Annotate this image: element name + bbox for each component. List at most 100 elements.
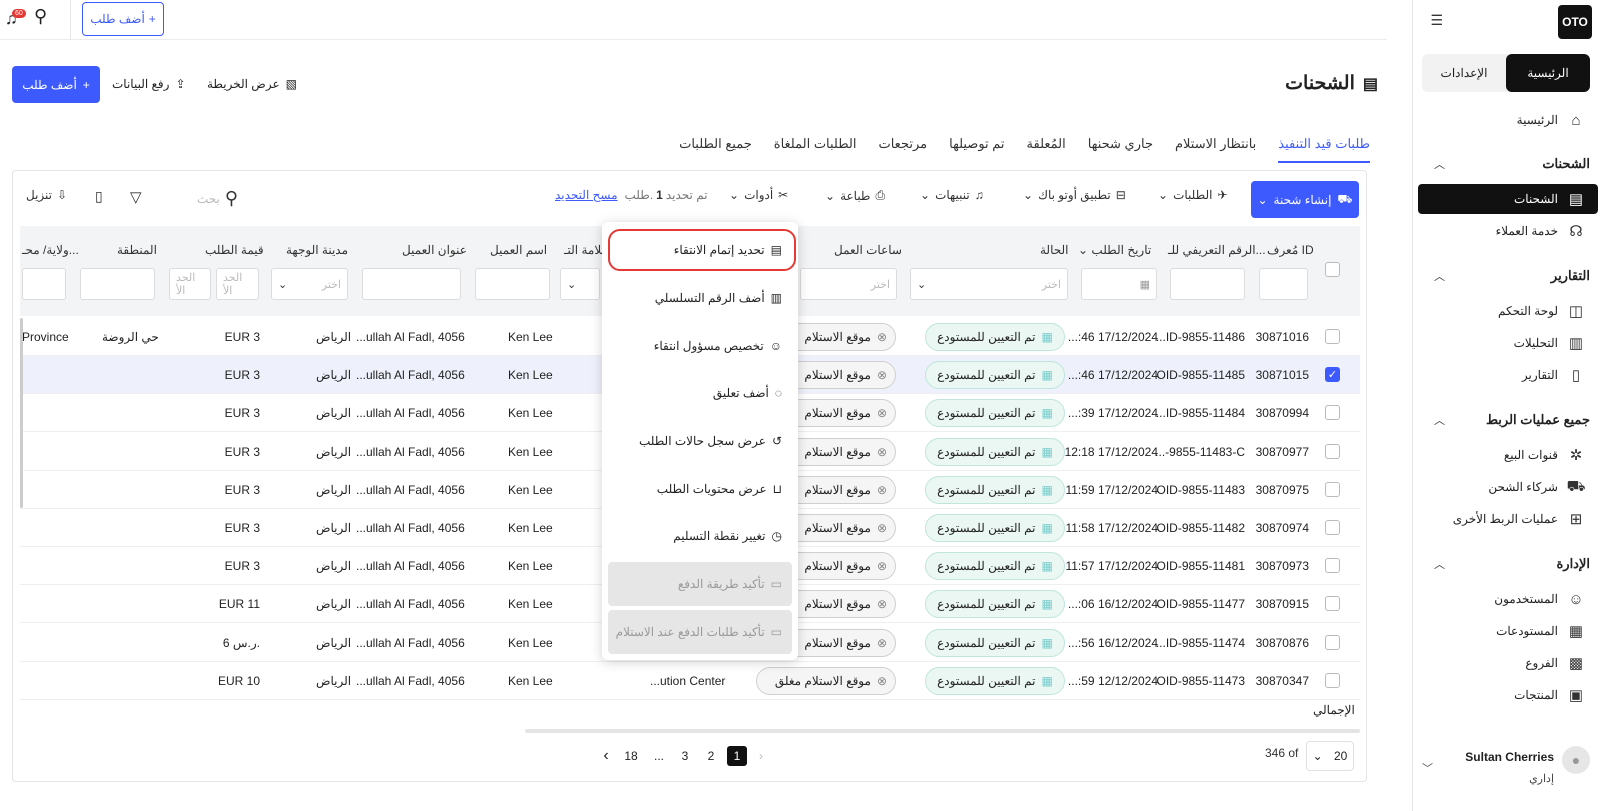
menu-status-history[interactable]: ↺ عرض سجل حالات الطلب bbox=[639, 434, 782, 448]
sidebar-section-admin[interactable]: الإدارة ︿ bbox=[1422, 556, 1590, 572]
page-button[interactable]: 2 bbox=[701, 746, 721, 766]
tools-menu[interactable]: ⌄ أدوات ✂ bbox=[729, 188, 788, 202]
sidebar-item-shipments[interactable]: ▤ الشحنات bbox=[1418, 184, 1598, 214]
row-checkbox[interactable] bbox=[1325, 405, 1340, 421]
sidebar-item-analytics[interactable]: ▥ التحليلات bbox=[1422, 328, 1590, 358]
sidebar-item-branches[interactable]: ▩ الفروع bbox=[1422, 648, 1590, 678]
user-profile[interactable]: ● Sultan Cherries إداري ﹀ bbox=[1420, 744, 1590, 794]
sidebar-item-sales-channels[interactable]: ✲ قنوات البيع bbox=[1422, 440, 1590, 470]
page-button[interactable]: 18 bbox=[621, 746, 641, 766]
columns-icon[interactable]: ▯ bbox=[95, 188, 103, 205]
print-menu[interactable]: ⌄ طباعة ⎙ bbox=[825, 188, 885, 203]
cell-id[interactable]: 30870977 bbox=[1256, 445, 1309, 459]
sidebar-item-customer-service[interactable]: ☊ خدمة العملاء bbox=[1422, 216, 1590, 246]
per-page-select[interactable]: ⌄ 20 bbox=[1306, 741, 1354, 771]
tab-returns[interactable]: مرتجعات bbox=[878, 136, 927, 163]
cell-id[interactable]: 30870876 bbox=[1256, 636, 1309, 650]
tab-cancelled[interactable]: الطلبات الملغاة bbox=[774, 136, 857, 163]
sidebar-item-other-integrations[interactable]: ⊞ عمليات الربط الأخرى bbox=[1422, 504, 1590, 534]
row-checkbox[interactable] bbox=[1325, 558, 1340, 574]
sidebar-section-integrations[interactable]: جميع عمليات الربط ︿ bbox=[1422, 412, 1590, 428]
prev-page-icon[interactable]: ‹ bbox=[596, 746, 616, 766]
upload-data-button[interactable]: رفع البيانات ⇪ bbox=[112, 77, 186, 91]
filter-icon[interactable]: ▽ bbox=[130, 188, 142, 206]
page-button[interactable]: 1 bbox=[727, 746, 747, 766]
sidebar-section-shipments[interactable]: الشحنات ︿ bbox=[1422, 156, 1590, 172]
create-shipment-button[interactable]: ⌄ إنشاء شحنة ⛟ bbox=[1251, 181, 1359, 218]
column-ref[interactable]: الرقم التعريفي للـ... bbox=[1168, 243, 1266, 257]
menu-add-serial[interactable]: ▥ أضف الرقم التسلسلي bbox=[655, 291, 782, 305]
sidebar-item-users[interactable]: ☺ المستخدمون bbox=[1422, 584, 1590, 614]
row-checkbox[interactable]: ✓ bbox=[1325, 367, 1340, 383]
filter-address[interactable] bbox=[362, 268, 461, 300]
tab-delivered[interactable]: تم توصيلها bbox=[949, 136, 1004, 163]
row-checkbox[interactable] bbox=[1325, 329, 1340, 344]
view-map-button[interactable]: عرض الخريطة ▧ bbox=[207, 77, 297, 91]
tab-home[interactable]: الرئيسية bbox=[1506, 54, 1590, 92]
menu-change-delivery-point[interactable]: ◷ تغيير نقطة التسليم bbox=[673, 529, 782, 543]
filter-customer[interactable] bbox=[475, 268, 550, 300]
column-address[interactable]: عنوان العميل bbox=[402, 243, 467, 257]
oto-logo[interactable]: OTO bbox=[1558, 5, 1592, 39]
filter-region[interactable] bbox=[80, 268, 155, 300]
filter-city[interactable]: ⌄ اختر bbox=[271, 268, 348, 300]
filter-value-max[interactable]: الحد الأ bbox=[216, 268, 259, 300]
cell-id[interactable]: 30870975 bbox=[1256, 483, 1309, 497]
column-customer[interactable]: اسم العميل bbox=[490, 243, 547, 257]
add-order-top-button[interactable]: أضف طلب + bbox=[82, 2, 164, 36]
sidebar-section-reports[interactable]: التقارير ︿ bbox=[1422, 268, 1590, 284]
filter-ref[interactable] bbox=[1170, 268, 1245, 300]
sidebar-item-reports[interactable]: ▯ التقارير bbox=[1422, 360, 1590, 390]
menu-assign-picker[interactable]: ☺ تخصيص مسؤول انتقاء bbox=[654, 339, 782, 353]
tab-settings[interactable]: الإعدادات bbox=[1422, 54, 1506, 92]
autopack-menu[interactable]: ⌄ تطبيق أوتو باك ⊟ bbox=[1023, 188, 1126, 202]
filter-value-min[interactable]: الحد الأ bbox=[169, 268, 211, 300]
column-city[interactable]: مدينة الوجهة bbox=[286, 243, 348, 257]
filter-brand[interactable]: ⌄ bbox=[560, 268, 600, 300]
menu-order-contents[interactable]: ⊔ عرض محتويات الطلب bbox=[657, 482, 782, 496]
column-date[interactable]: ⌄ تاريخ الطلب bbox=[1078, 243, 1151, 257]
row-checkbox[interactable] bbox=[1325, 520, 1340, 535]
sidebar-item-dashboard[interactable]: ◫ لوحة التحكم bbox=[1422, 296, 1590, 326]
cell-id[interactable]: 30870915 bbox=[1256, 597, 1309, 611]
row-checkbox[interactable] bbox=[1325, 443, 1340, 459]
tab-in-progress[interactable]: طلبات قيد التنفيذ bbox=[1278, 136, 1370, 163]
clear-selection-link[interactable]: مسح التحديد bbox=[555, 188, 618, 202]
filter-hours[interactable]: اختر bbox=[800, 268, 897, 300]
row-checkbox[interactable] bbox=[1325, 481, 1340, 497]
filter-province[interactable] bbox=[22, 268, 66, 300]
search-icon[interactable]: ⚲ bbox=[34, 6, 47, 27]
filter-id[interactable] bbox=[1259, 268, 1308, 300]
sidebar-item-home[interactable]: ⌂ الرئيسية bbox=[1422, 105, 1590, 135]
tab-on-hold[interactable]: المُعلقة bbox=[1027, 136, 1066, 163]
orders-menu[interactable]: ⌄ الطلبات ✈ bbox=[1158, 188, 1228, 202]
filter-status[interactable]: ⌄ اختر bbox=[910, 268, 1068, 300]
cell-id[interactable]: 30871016 bbox=[1256, 330, 1309, 344]
vertical-scrollbar[interactable] bbox=[20, 318, 23, 508]
column-province[interactable]: ولاية/ محـ... bbox=[22, 243, 79, 257]
filter-date[interactable]: ▦ bbox=[1081, 268, 1157, 300]
row-checkbox[interactable] bbox=[1325, 634, 1340, 650]
sidebar-item-warehouses[interactable]: ▦ المستودعات bbox=[1422, 616, 1590, 646]
search-input[interactable]: بحث ⚲ bbox=[197, 188, 238, 209]
tab-all-orders[interactable]: جميع الطلبات bbox=[679, 136, 752, 163]
sidebar-item-products[interactable]: ▣ المنتجات bbox=[1422, 680, 1590, 710]
alerts-menu[interactable]: ⌄ تنبيهات ♫ bbox=[920, 188, 984, 202]
tab-awaiting-pickup[interactable]: بانتظار الاستلام bbox=[1175, 136, 1256, 163]
tab-shipping[interactable]: جاري شحنها bbox=[1088, 136, 1153, 163]
column-hours[interactable]: ساعات العمل bbox=[834, 243, 902, 257]
cell-id[interactable]: 30870974 bbox=[1256, 521, 1309, 535]
sidebar-item-shipping-partners[interactable]: ⛟ شركاء الشحن bbox=[1422, 472, 1590, 502]
cell-id[interactable]: 30870973 bbox=[1256, 559, 1309, 573]
page-button[interactable]: 3 bbox=[675, 746, 695, 766]
row-checkbox[interactable] bbox=[1325, 672, 1340, 688]
cell-id[interactable]: 30870347 bbox=[1256, 674, 1309, 688]
menu-toggle-icon[interactable]: ☰ bbox=[1430, 12, 1443, 29]
horizontal-scrollbar[interactable] bbox=[525, 729, 1360, 733]
column-region[interactable]: المنطقة bbox=[117, 243, 157, 257]
cell-id[interactable]: 30870994 bbox=[1256, 406, 1309, 420]
next-page-icon[interactable]: › bbox=[751, 746, 771, 766]
cell-id[interactable]: 30871015 bbox=[1256, 368, 1309, 382]
download-button[interactable]: تنزيل ⇩ bbox=[26, 188, 67, 202]
pickup-chip[interactable]: موقع الاستلام مغلق ⊗ bbox=[756, 666, 896, 695]
